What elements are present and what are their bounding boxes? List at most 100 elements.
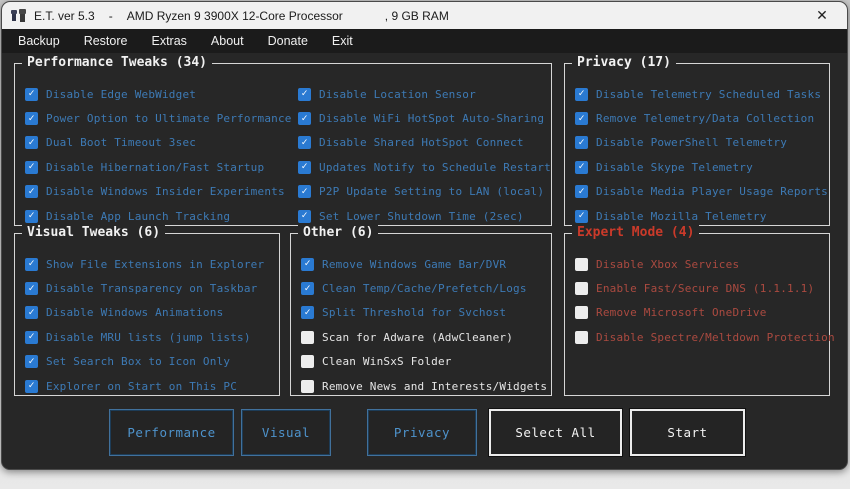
checked-checkbox-icon[interactable]: ✓ — [298, 185, 312, 199]
checkbox-label: Disable Hibernation/Fast Startup — [46, 160, 265, 174]
menu-item-donate[interactable]: Donate — [257, 31, 319, 51]
checked-checkbox-icon[interactable]: ✓ — [298, 87, 312, 101]
checkbox-row[interactable]: ✓ Updates Notify to Schedule Restart — [298, 155, 551, 179]
group-title-visual: Visual Tweaks (6) — [22, 225, 166, 240]
checkbox-label: Disable Spectre/Meltdown Protection — [596, 330, 835, 344]
checkbox-row[interactable]: ✓ Disable Media Player Usage Reports — [575, 180, 829, 204]
checkbox-label: Remove Telemetry/Data Collection — [596, 112, 815, 126]
menu-item-extras[interactable]: Extras — [140, 31, 197, 51]
checked-checkbox-icon[interactable]: ✓ — [298, 209, 312, 223]
checkbox-row[interactable]: ✓ Remove Windows Game Bar/DVR — [301, 252, 551, 276]
privacy-button[interactable]: Privacy — [367, 409, 477, 456]
group-visual-tweaks: Visual Tweaks (6) ✓ Show File Extensions … — [14, 225, 280, 398]
checkbox-label: Show File Extensions in Explorer — [46, 257, 265, 271]
unchecked-checkbox-icon[interactable] — [301, 379, 314, 393]
checked-checkbox-icon[interactable]: ✓ — [25, 160, 38, 174]
checked-checkbox-icon[interactable]: ✓ — [575, 112, 588, 126]
checked-checkbox-icon[interactable]: ✓ — [25, 257, 38, 271]
checkbox-row[interactable]: ✓ Disable Edge WebWidget — [25, 82, 298, 106]
checked-checkbox-icon[interactable]: ✓ — [575, 160, 588, 174]
select-all-button[interactable]: Select All — [489, 409, 622, 456]
checkbox-row[interactable]: ✓ Dual Boot Timeout 3sec — [25, 131, 298, 155]
close-icon[interactable]: ✕ — [807, 5, 837, 27]
checked-checkbox-icon[interactable]: ✓ — [301, 306, 314, 320]
group-other: Other (6) ✓ Remove Windows Game Bar/DVR ✓ C… — [290, 225, 552, 398]
checked-checkbox-icon[interactable]: ✓ — [575, 87, 588, 101]
checked-checkbox-icon[interactable]: ✓ — [25, 379, 38, 393]
checkbox-row[interactable]: ✓ P2P Update Setting to LAN (local) — [298, 180, 551, 204]
checkbox-row[interactable]: Disable Spectre/Meltdown Protection — [575, 325, 835, 349]
group-title-performance: Performance Tweaks (34) — [22, 55, 213, 70]
app-icon — [11, 8, 26, 22]
checkbox-row[interactable]: Clean WinSxS Folder — [301, 350, 551, 374]
checkbox-row[interactable]: ✓ Disable Transparency on Taskbar — [25, 276, 279, 300]
checkbox-row[interactable]: ✓ Disable Hibernation/Fast Startup — [25, 155, 298, 179]
checked-checkbox-icon[interactable]: ✓ — [575, 185, 588, 199]
checkbox-label: Set Search Box to Icon Only — [46, 355, 231, 369]
checkbox-row[interactable]: ✓ Power Option to Ultimate Performance — [25, 106, 298, 130]
window-title-separator: - — [108, 8, 113, 23]
checked-checkbox-icon[interactable]: ✓ — [575, 209, 588, 223]
menu-bar: Backup Restore Extras About Donate Exit — [2, 29, 847, 53]
performance-button[interactable]: Performance — [109, 409, 234, 456]
checkbox-row[interactable]: ✓ Split Threshold for Svchost — [301, 301, 551, 325]
checkbox-row[interactable]: Remove Microsoft OneDrive — [575, 301, 829, 325]
checkbox-row[interactable]: ✓ Disable Skype Telemetry — [575, 155, 829, 179]
checkbox-label: Disable Telemetry Scheduled Tasks — [596, 87, 822, 101]
checked-checkbox-icon[interactable]: ✓ — [25, 112, 38, 126]
start-button[interactable]: Start — [630, 409, 745, 456]
unchecked-checkbox-icon[interactable] — [575, 306, 588, 320]
checked-checkbox-icon[interactable]: ✓ — [25, 209, 38, 223]
checkbox-row[interactable]: ✓ Clean Temp/Cache/Prefetch/Logs — [301, 276, 551, 300]
checked-checkbox-icon[interactable]: ✓ — [298, 112, 312, 126]
unchecked-checkbox-icon[interactable] — [575, 282, 588, 296]
menu-item-backup[interactable]: Backup — [7, 31, 71, 51]
checkbox-row[interactable]: Remove News and Interests/Widgets — [301, 374, 551, 398]
checked-checkbox-icon[interactable]: ✓ — [25, 306, 38, 320]
checkbox-row[interactable]: ✓ Disable WiFi HotSpot Auto-Sharing — [298, 106, 551, 130]
checked-checkbox-icon[interactable]: ✓ — [301, 257, 314, 271]
checkbox-row[interactable]: ✓ Disable Telemetry Scheduled Tasks — [575, 82, 829, 106]
checkbox-row[interactable]: ✓ Explorer on Start on This PC — [25, 374, 279, 398]
window-title-app: E.T. ver 5.3 — [34, 8, 95, 23]
visual-button[interactable]: Visual — [241, 409, 331, 456]
checked-checkbox-icon[interactable]: ✓ — [25, 282, 38, 296]
unchecked-checkbox-icon[interactable] — [575, 330, 588, 344]
checkbox-label: Disable Mozilla Telemetry — [596, 209, 767, 223]
checked-checkbox-icon[interactable]: ✓ — [575, 136, 588, 150]
checked-checkbox-icon[interactable]: ✓ — [25, 355, 38, 369]
checkbox-label: Scan for Adware (AdwCleaner) — [322, 330, 514, 344]
unchecked-checkbox-icon[interactable] — [301, 330, 314, 344]
checkbox-row[interactable]: ✓ Disable PowerShell Telemetry — [575, 131, 829, 155]
checkbox-row[interactable]: ✓ Disable Location Sensor — [298, 82, 551, 106]
checkbox-row[interactable]: Enable Fast/Secure DNS (1.1.1.1) — [575, 276, 829, 300]
menu-item-exit[interactable]: Exit — [321, 31, 364, 51]
menu-item-restore[interactable]: Restore — [73, 31, 139, 51]
checkbox-row[interactable]: ✓ Set Search Box to Icon Only — [25, 350, 279, 374]
checkbox-label: Disable Windows Animations — [46, 306, 224, 320]
checkbox-row[interactable]: ✓ Disable MRU lists (jump lists) — [25, 325, 279, 349]
checkbox-column: Disable Xbox Services Enable Fast/Secure … — [565, 234, 835, 350]
window-title-cpu: AMD Ryzen 9 3900X 12-Core Processor — [126, 8, 343, 23]
unchecked-checkbox-icon[interactable] — [301, 355, 314, 369]
checkbox-row[interactable]: ✓ Disable Windows Insider Experiments — [25, 180, 298, 204]
checkbox-row[interactable]: ✓ Disable Windows Animations — [25, 301, 279, 325]
checkbox-row[interactable]: ✓ Show File Extensions in Explorer — [25, 252, 279, 276]
checked-checkbox-icon[interactable]: ✓ — [25, 87, 38, 101]
unchecked-checkbox-icon[interactable] — [575, 257, 588, 271]
main-content: Performance Tweaks (34) ✓ Disable Edge We… — [2, 53, 847, 469]
checkbox-row[interactable]: Scan for Adware (AdwCleaner) — [301, 325, 551, 349]
checked-checkbox-icon[interactable]: ✓ — [298, 160, 312, 174]
checkbox-column: ✓ Show File Extensions in Explorer ✓ Disabl… — [15, 234, 279, 398]
checkbox-label: Disable WiFi HotSpot Auto-Sharing — [319, 112, 545, 126]
checked-checkbox-icon[interactable]: ✓ — [25, 330, 38, 344]
checkbox-row[interactable]: Disable Xbox Services — [575, 252, 829, 276]
checkbox-row[interactable]: ✓ Disable Shared HotSpot Connect — [298, 131, 551, 155]
checked-checkbox-icon[interactable]: ✓ — [25, 136, 38, 150]
checked-checkbox-icon[interactable]: ✓ — [298, 136, 312, 150]
checkbox-row[interactable]: ✓ Remove Telemetry/Data Collection — [575, 106, 829, 130]
checkbox-label: Enable Fast/Secure DNS (1.1.1.1) — [596, 282, 815, 296]
menu-item-about[interactable]: About — [200, 31, 255, 51]
checked-checkbox-icon[interactable]: ✓ — [25, 185, 38, 199]
checked-checkbox-icon[interactable]: ✓ — [301, 282, 314, 296]
